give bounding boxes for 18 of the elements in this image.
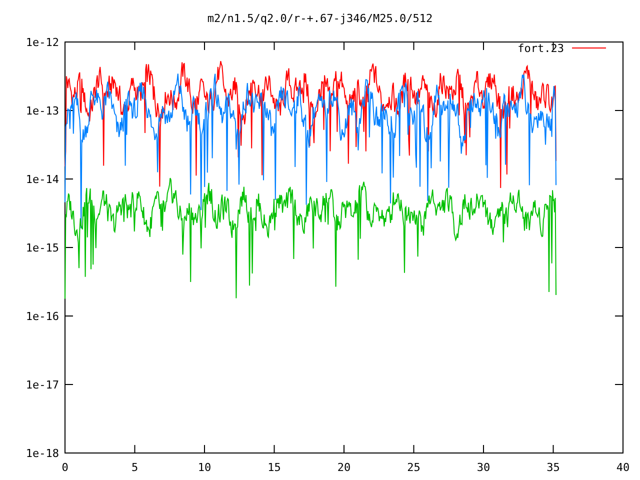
y-tick-label: 1e-12	[26, 36, 59, 49]
x-tick-label: 20	[337, 461, 351, 474]
y-tick-label: 1e-17	[26, 378, 59, 392]
y-tick-label: 1e-18	[26, 447, 59, 460]
x-tick-label: 25	[407, 461, 420, 474]
y-tick-label: 1e-16	[26, 310, 59, 323]
x-tick-label: 40	[616, 461, 630, 474]
y-tick-label: 1e-15	[26, 242, 59, 254]
x-tick-label: 35	[546, 461, 560, 474]
x-tick-label: 5	[131, 461, 138, 474]
x-tick-label: 15	[268, 461, 281, 474]
legend-label: fort.23	[518, 42, 564, 55]
x-tick-label: 30	[476, 461, 490, 474]
chart-title: m2/n1.5/q2.0/r-+.67-j346/M25.0/512	[207, 12, 433, 25]
x-tick-label: 0	[62, 461, 68, 474]
x-tick-label: 10	[198, 461, 212, 474]
y-tick-label: 1e-13	[26, 104, 59, 118]
y-tick-label: 1e-14	[26, 173, 59, 186]
